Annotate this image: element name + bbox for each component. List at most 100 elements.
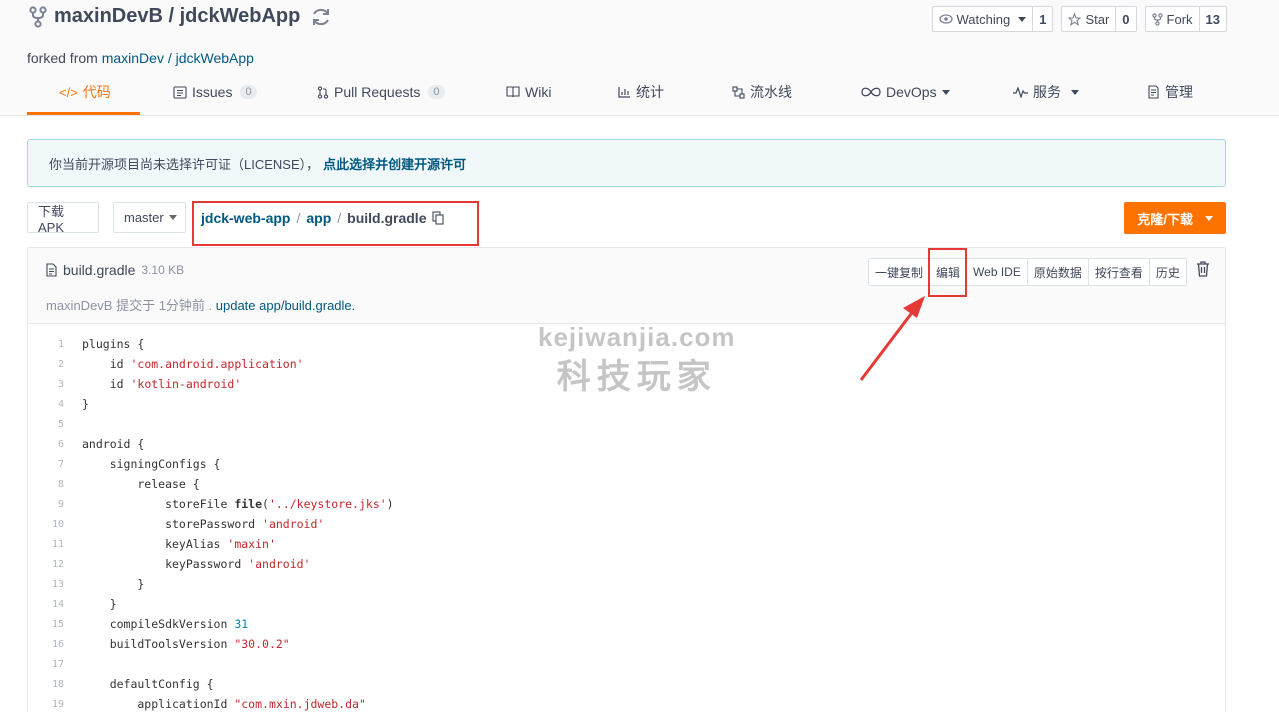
code-token: file xyxy=(234,497,263,511)
history-button[interactable]: 历史 xyxy=(1150,259,1186,285)
code-token: ( xyxy=(262,497,269,511)
blame-button[interactable]: 按行查看 xyxy=(1089,259,1150,285)
line-content: keyAlias 'maxin' xyxy=(64,537,276,551)
code-line: 5 xyxy=(28,414,1225,434)
sync-icon[interactable] xyxy=(310,6,332,28)
line-number[interactable]: 2 xyxy=(28,359,64,370)
line-number[interactable]: 13 xyxy=(28,579,64,590)
clone-download-button[interactable]: 克隆/下载 xyxy=(1124,202,1226,234)
file-name: build.gradle xyxy=(63,262,136,278)
active-tab-indicator xyxy=(27,112,140,115)
code-line: 15 compileSdkVersion 31 xyxy=(28,614,1225,634)
code-line: 8 release { xyxy=(28,474,1225,494)
code-line: 6 android { xyxy=(28,434,1225,454)
tab-code[interactable]: </> 代码 xyxy=(59,70,111,114)
line-number[interactable]: 15 xyxy=(28,619,64,630)
chevron-down-icon xyxy=(168,215,177,220)
tab-code-label: 代码 xyxy=(82,84,111,100)
line-content: } xyxy=(64,397,89,411)
line-number[interactable]: 11 xyxy=(28,539,64,550)
line-content: id 'com.android.application' xyxy=(64,357,304,371)
commit-info: maxinDevB 提交于 1分钟前 . update app/build.gr… xyxy=(46,295,355,314)
star-label: Star xyxy=(1085,11,1110,27)
repo-title: maxinDevB / jdckWebApp xyxy=(28,5,332,28)
stats-icon xyxy=(618,87,630,98)
chevron-down-icon xyxy=(941,89,950,95)
star-button[interactable]: Star xyxy=(1062,7,1117,31)
line-content: storePassword 'android' xyxy=(64,517,324,531)
line-content: signingConfigs { xyxy=(64,457,221,471)
infinity-icon xyxy=(861,87,881,97)
commit-message-link[interactable]: update app/build.gradle. xyxy=(216,298,356,313)
line-number[interactable]: 9 xyxy=(28,499,64,510)
line-number[interactable]: 4 xyxy=(28,399,64,410)
line-number[interactable]: 5 xyxy=(28,419,64,430)
code-line: 10 storePassword 'android' xyxy=(28,514,1225,534)
line-number[interactable]: 1 xyxy=(28,339,64,350)
repo-owner-link[interactable]: maxinDevB xyxy=(54,5,163,28)
tab-wiki-label: Wiki xyxy=(525,84,552,100)
line-number[interactable]: 7 xyxy=(28,459,64,470)
code-line: 16 buildToolsVersion "30.0.2" xyxy=(28,634,1225,654)
code-line: 17 xyxy=(28,654,1225,674)
line-number[interactable]: 10 xyxy=(28,519,64,530)
tab-issues[interactable]: Issues 0 xyxy=(173,70,257,114)
line-number[interactable]: 18 xyxy=(28,679,64,690)
code-token: storeFile xyxy=(82,497,235,511)
trash-icon[interactable] xyxy=(1195,260,1211,278)
code-token: storePassword xyxy=(82,517,263,531)
line-number[interactable]: 12 xyxy=(28,559,64,570)
tab-devops[interactable]: DevOps xyxy=(861,70,950,114)
branch-select[interactable]: master xyxy=(113,202,186,233)
line-number[interactable]: 17 xyxy=(28,659,64,670)
forked-from: forked from maxinDev / jdckWebApp xyxy=(27,50,254,66)
watch-count[interactable]: 1 xyxy=(1033,7,1052,31)
line-number[interactable]: 19 xyxy=(28,699,64,710)
code-token: } xyxy=(82,577,145,591)
code-token: keyAlias xyxy=(82,537,228,551)
tab-pull-requests[interactable]: Pull Requests 0 xyxy=(317,70,445,114)
edit-highlight-box xyxy=(928,248,967,297)
repo-separator: / xyxy=(162,5,180,27)
download-apk-button[interactable]: 下载APK xyxy=(27,202,99,235)
tab-wiki[interactable]: Wiki xyxy=(506,70,551,114)
line-number[interactable]: 16 xyxy=(28,639,64,650)
code-token: keyPassword xyxy=(82,557,249,571)
chevron-down-icon xyxy=(1018,16,1027,22)
file-viewer: build.gradle 3.10 KB maxinDevB 提交于 1分钟前 … xyxy=(27,247,1226,712)
watch-button[interactable]: Watching xyxy=(933,7,1034,31)
fork-icon xyxy=(29,5,47,28)
repo-actions: Watching 1 Star 0 Fork 13 xyxy=(931,6,1227,32)
copy-all-button[interactable]: 一键复制 xyxy=(869,259,931,285)
raw-button[interactable]: 原始数据 xyxy=(1028,259,1089,285)
watch-button-group: Watching 1 xyxy=(931,6,1054,32)
code-token: 31 xyxy=(234,617,249,631)
tab-manage[interactable]: 管理 xyxy=(1147,70,1193,114)
tab-stats[interactable]: 统计 xyxy=(618,70,664,114)
line-content: release { xyxy=(64,477,199,491)
license-create-link[interactable]: 点此选择并创建开源许可 xyxy=(323,154,466,173)
star-count[interactable]: 0 xyxy=(1116,7,1135,31)
line-content: plugins { xyxy=(64,337,144,351)
fork-button[interactable]: Fork xyxy=(1146,7,1200,31)
line-number[interactable]: 6 xyxy=(28,439,64,450)
commit-author: maxinDevB 提交于 1分钟前 . xyxy=(46,298,216,313)
tab-devops-label: DevOps xyxy=(886,84,937,100)
line-content: defaultConfig { xyxy=(64,677,214,691)
repo-tabs: </> 代码 Issues 0 Pull Requests 0 Wiki 统计 … xyxy=(27,70,1224,116)
line-content: id 'kotlin-android' xyxy=(64,377,242,391)
web-ide-button[interactable]: Web IDE xyxy=(967,259,1028,285)
tab-services[interactable]: 服务 xyxy=(1013,70,1079,114)
line-content: applicationId "com.mxin.jdweb.da" xyxy=(64,697,366,711)
fork-count[interactable]: 13 xyxy=(1200,7,1226,31)
line-number[interactable]: 14 xyxy=(28,599,64,610)
manage-icon xyxy=(1148,85,1159,99)
code-line: 9 storeFile file('../keystore.jks') xyxy=(28,494,1225,514)
repo-name-link[interactable]: jdckWebApp xyxy=(180,5,301,28)
tab-pipeline[interactable]: 流水线 xyxy=(732,70,792,114)
line-number[interactable]: 8 xyxy=(28,479,64,490)
line-number[interactable]: 3 xyxy=(28,379,64,390)
line-content: } xyxy=(64,597,117,611)
forked-source-link[interactable]: maxinDev / jdckWebApp xyxy=(102,50,254,66)
license-text: 你当前开源项目尚未选择许可证（LICENSE）， xyxy=(49,156,320,172)
